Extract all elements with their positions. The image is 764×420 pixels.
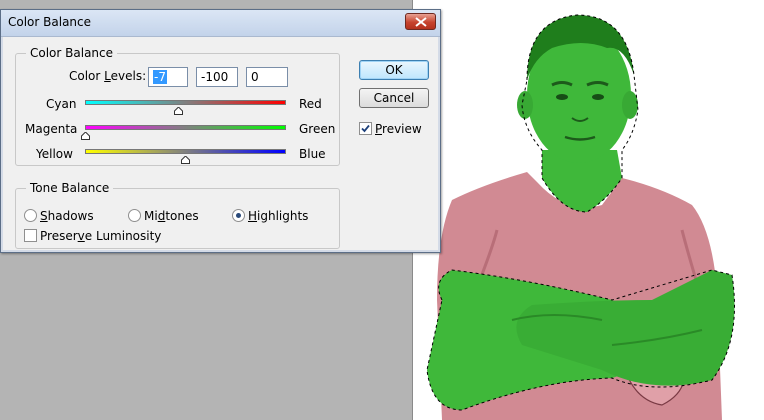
checkmark-icon [361,124,370,133]
color-levels-label: Color Levels: [69,69,147,83]
preview-label[interactable]: Preview [375,122,422,136]
color-balance-group-label: Color Balance [26,46,118,60]
cancel-button[interactable]: Cancel [359,88,429,108]
close-button[interactable] [405,13,436,30]
shadows-label[interactable]: Shadows [40,209,94,223]
yellow-blue-slider-thumb[interactable] [181,156,190,164]
cyan-red-level-input[interactable]: -7 [148,67,188,87]
magenta-label: Magenta [25,122,78,136]
color-balance-dialog: Color Balance Color Balance Color Levels… [0,9,441,253]
radio-selected-dot [236,213,241,218]
cyan-red-slider-thumb[interactable] [173,107,183,115]
ok-button[interactable]: OK [359,60,429,80]
midtones-radio[interactable] [128,209,141,222]
red-label: Red [299,97,322,111]
cyan-label: Cyan [46,97,77,111]
preserve-luminosity-label[interactable]: Preserve Luminosity [40,229,161,243]
highlights-radio[interactable] [232,209,245,222]
tone-balance-group-label: Tone Balance [26,181,114,195]
cyan-red-slider[interactable] [85,100,286,105]
green-label: Green [299,122,336,136]
dialog-title: Color Balance [8,15,92,29]
close-icon [415,17,427,27]
shadows-radio[interactable] [24,209,37,222]
photo-image [426,14,735,420]
magenta-green-slider-thumb[interactable] [80,132,90,140]
preview-checkbox[interactable] [359,122,372,135]
highlights-label[interactable]: Highlights [248,209,308,223]
yellow-label: Yellow [36,147,73,161]
magenta-green-slider[interactable] [85,125,286,130]
midtones-label[interactable]: Midtones [144,209,199,223]
yellow-blue-slider[interactable] [85,149,286,154]
dialog-body: Color Balance Color Levels: -7 -100 0 Cy… [3,37,438,250]
preserve-luminosity-checkbox[interactable] [24,229,37,242]
magenta-green-level-input[interactable]: -100 [196,67,238,87]
blue-label: Blue [299,147,326,161]
yellow-blue-level-input[interactable]: 0 [246,67,288,87]
dialog-titlebar[interactable]: Color Balance [1,10,440,37]
